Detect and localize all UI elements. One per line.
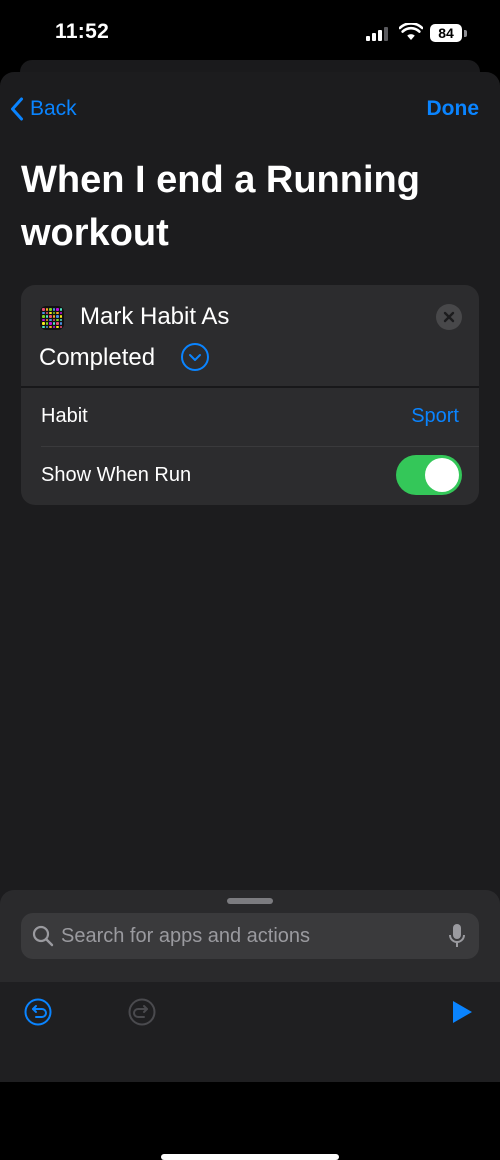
back-button[interactable]: Back [10,97,77,121]
status-bar: 11:52 84 [0,0,500,64]
search-input[interactable] [61,913,431,959]
action-title-line2: Completed [39,344,156,371]
battery-icon: 84 [430,24,462,42]
battery-tip [464,30,467,37]
close-icon [443,311,455,323]
search-icon [32,925,54,947]
home-indicator [161,1154,339,1160]
undo-icon[interactable] [24,998,52,1026]
habit-app-icon [40,306,64,330]
cellular-signal-icon [366,27,392,41]
action-search-panel [0,890,500,1160]
action-card: Mark Habit As Completed Habit Sport Show… [21,285,479,505]
action-title-line1: Mark Habit As [80,303,230,330]
param-value-habit[interactable]: Sport [411,405,459,428]
done-button[interactable]: Done [427,97,480,121]
panel-grabber[interactable] [227,898,273,904]
microphone-icon[interactable] [448,923,466,949]
action-header[interactable]: Mark Habit As Completed [21,285,479,386]
expand-chevron-icon[interactable] [181,343,209,371]
param-label-habit: Habit [41,405,88,427]
chevron-left-icon [11,97,23,121]
wifi-icon [399,23,423,40]
back-label: Back [30,97,77,120]
redo-icon[interactable] [128,998,156,1026]
show-when-run-toggle[interactable] [396,455,462,495]
editor-toolbar [0,982,500,1160]
param-label-show-when-run: Show When Run [41,464,192,486]
play-icon[interactable] [450,999,474,1025]
status-time: 11:52 [55,20,110,43]
param-row-habit[interactable]: Habit Sport [21,388,479,446]
page-title: When I end a Running workout [21,159,420,254]
search-bar[interactable] [21,913,479,959]
remove-action-button[interactable] [436,304,462,330]
toggle-knob [425,458,459,492]
